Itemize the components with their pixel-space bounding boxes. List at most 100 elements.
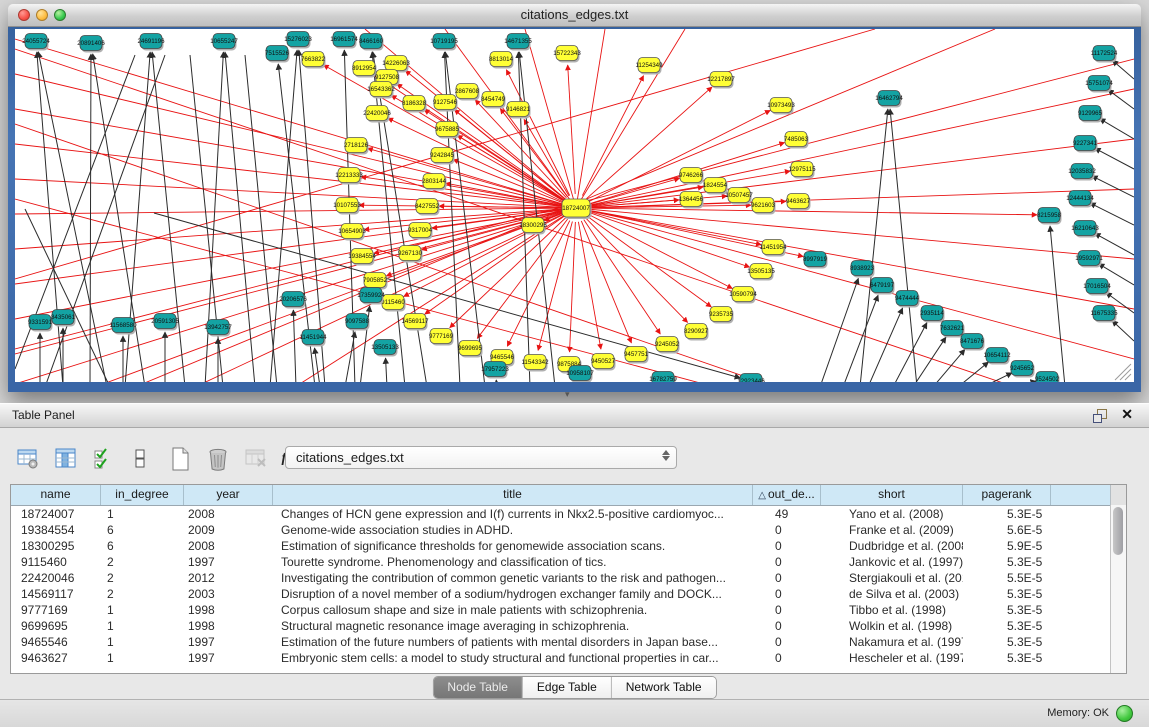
- graph-node[interactable]: 11172524: [1091, 46, 1118, 63]
- table-settings-icon[interactable]: [14, 445, 42, 473]
- graph-node[interactable]: 9331591: [28, 315, 53, 332]
- graph-node[interactable]: 8471676: [960, 334, 985, 351]
- tab-node-table[interactable]: Node Table: [433, 677, 523, 698]
- graph-node[interactable]: 9115460: [381, 295, 405, 312]
- graph-node[interactable]: 11675335: [1090, 306, 1118, 323]
- table-row[interactable]: 946362711997Embryonic stem cells: a mode…: [11, 650, 1126, 666]
- graph-node[interactable]: 13505133: [371, 340, 399, 357]
- graph-node[interactable]: 9227341: [1073, 136, 1098, 153]
- scrollbar-thumb[interactable]: [1113, 507, 1123, 555]
- graph-node[interactable]: 7905852: [363, 273, 388, 290]
- table-row[interactable]: 2242004622012Investigating the contribut…: [11, 570, 1126, 586]
- new-table-icon[interactable]: [166, 445, 194, 473]
- column-header-short[interactable]: short: [821, 485, 963, 505]
- graph-node[interactable]: 20891406: [77, 36, 105, 53]
- graph-node[interactable]: 20591305: [151, 314, 179, 331]
- window-titlebar[interactable]: citations_edges.txt: [8, 4, 1141, 27]
- table-row[interactable]: 969969511998Structural magnetic resonanc…: [11, 618, 1126, 634]
- graph-node[interactable]: 15722343: [553, 46, 581, 63]
- graph-node[interactable]: 7632621: [940, 321, 965, 338]
- graph-node[interactable]: 22420046: [363, 106, 391, 123]
- graph-node[interactable]: 9245052: [655, 337, 680, 354]
- graph-node[interactable]: 11451954: [759, 240, 787, 257]
- graph-node[interactable]: 18724007: [562, 199, 592, 219]
- graph-node[interactable]: 12213333: [335, 168, 363, 185]
- graph-node[interactable]: 12035832: [1068, 164, 1096, 181]
- graph-node[interactable]: 8938923: [850, 261, 875, 278]
- graph-node[interactable]: 9699695: [458, 341, 483, 358]
- table-select-dropdown[interactable]: citations_edges.txt: [285, 446, 677, 469]
- table-row[interactable]: 1938455462009Genome-wide association stu…: [11, 522, 1126, 538]
- tab-edge-table[interactable]: Edge Table: [523, 677, 612, 698]
- graph-node[interactable]: 9317004: [408, 223, 433, 240]
- graph-node[interactable]: 24055724: [22, 34, 50, 51]
- graph-node[interactable]: 8997919: [803, 252, 828, 269]
- graph-node[interactable]: 9621603: [751, 198, 776, 215]
- graph-node[interactable]: 9524502: [1035, 372, 1060, 383]
- graph-node[interactable]: 9450527: [591, 354, 616, 371]
- graph-node[interactable]: 8427552: [415, 199, 440, 216]
- graph-node[interactable]: 8186328: [402, 96, 427, 113]
- graph-node[interactable]: 10973493: [767, 98, 795, 115]
- graph-node[interactable]: 10655247: [210, 34, 238, 51]
- graph-node[interactable]: 10719195: [430, 34, 458, 51]
- graph-node[interactable]: 16462794: [875, 91, 903, 108]
- column-header-pagerank[interactable]: pagerank: [963, 485, 1051, 505]
- graph-node[interactable]: 9097588: [345, 314, 370, 331]
- graph-node[interactable]: 7663822: [301, 52, 326, 69]
- citation-graph[interactable]: 1872400789129541422606391275081654336222…: [15, 29, 1134, 382]
- graph-node[interactable]: 7485063: [784, 132, 809, 149]
- graph-node[interactable]: 9463627: [786, 194, 811, 211]
- delete-rows-trash-icon[interactable]: [204, 445, 232, 473]
- graph-node[interactable]: 16543362: [367, 82, 395, 99]
- graph-node[interactable]: 9146821: [506, 102, 531, 119]
- split-divider[interactable]: ▾: [0, 392, 1149, 403]
- column-header-out_de[interactable]: △out_de...: [753, 485, 821, 505]
- column-header-year[interactable]: year: [184, 485, 273, 505]
- graph-node[interactable]: 19592971: [1075, 251, 1103, 268]
- graph-node[interactable]: 2718126: [344, 138, 369, 155]
- graph-node[interactable]: 12923446: [737, 374, 765, 383]
- graph-node[interactable]: 9457751: [624, 347, 649, 364]
- table-row[interactable]: 1872400712008Changes of HCN gene express…: [11, 506, 1126, 522]
- graph-node[interactable]: 10654112: [983, 348, 1011, 365]
- graph-node[interactable]: 9127546: [433, 95, 458, 112]
- graph-node[interactable]: 8215958: [1037, 208, 1062, 225]
- graph-node[interactable]: 10654903: [338, 224, 366, 241]
- graph-node[interactable]: 12975115: [788, 162, 816, 179]
- graph-node[interactable]: 9474444: [895, 291, 920, 308]
- graph-node[interactable]: 11543342: [521, 355, 549, 372]
- collapse-handle-icon[interactable]: ▾: [565, 389, 570, 400]
- graph-node[interactable]: 2935114: [920, 306, 944, 323]
- graph-node[interactable]: 13942757: [204, 320, 232, 337]
- column-chooser-icon[interactable]: [52, 445, 80, 473]
- graph-node[interactable]: 7515526: [265, 46, 290, 63]
- graph-node[interactable]: 17359924: [357, 288, 385, 305]
- graph-node[interactable]: 20206576: [279, 292, 307, 309]
- graph-node[interactable]: 15276023: [284, 32, 312, 49]
- graph-node[interactable]: 9675885: [435, 122, 460, 139]
- graph-node[interactable]: 13505135: [747, 264, 775, 281]
- graph-node[interactable]: 12444134: [1066, 191, 1094, 208]
- table-row[interactable]: 1456911722003Disruption of a novel membe…: [11, 586, 1126, 602]
- graph-node[interactable]: 9235735: [709, 307, 734, 324]
- graph-node[interactable]: 18300295: [519, 218, 547, 235]
- graph-node[interactable]: 19384554: [348, 249, 376, 266]
- graph-node[interactable]: 8290927: [684, 324, 709, 341]
- graph-node[interactable]: 11451944: [299, 330, 327, 347]
- graph-node[interactable]: 8454749: [481, 92, 506, 109]
- graph-node[interactable]: 10590794: [729, 287, 757, 304]
- table-row[interactable]: 977716911998Corpus callosum shape and si…: [11, 602, 1126, 618]
- graph-node[interactable]: 15751074: [1085, 76, 1113, 93]
- table-row[interactable]: 911546021997Tourette syndrome. Phenomeno…: [11, 554, 1126, 570]
- graph-node[interactable]: 9129965: [1078, 106, 1103, 123]
- float-panel-icon[interactable]: [1093, 409, 1107, 422]
- graph-node[interactable]: 14569117: [401, 314, 429, 331]
- table-row[interactable]: 1830029562008Estimation of significance …: [11, 538, 1126, 554]
- graph-node[interactable]: 1824554: [703, 178, 728, 195]
- graph-node[interactable]: 9746266: [679, 168, 704, 185]
- graph-node[interactable]: 10958107: [566, 366, 594, 383]
- graph-node[interactable]: 16961574: [330, 32, 358, 49]
- graph-node[interactable]: 11254349: [635, 58, 663, 75]
- graph-node[interactable]: 16782759: [649, 372, 677, 383]
